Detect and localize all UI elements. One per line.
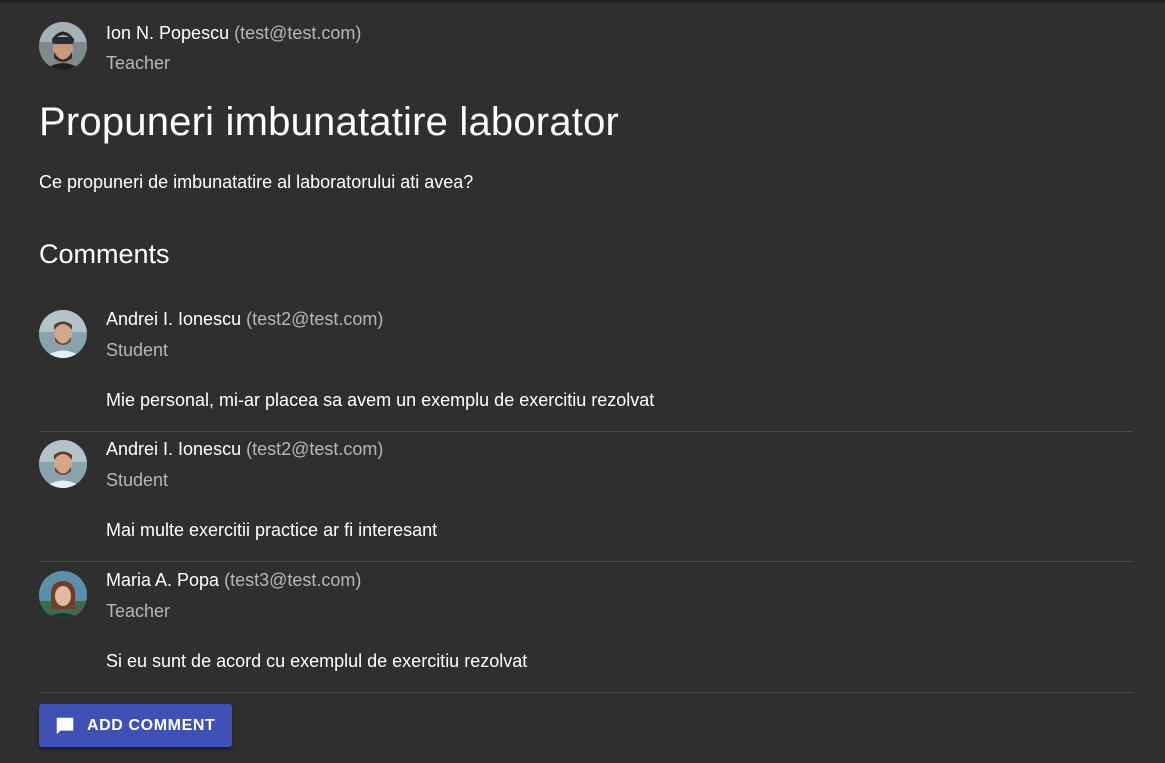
top-shadow <box>0 0 1165 4</box>
author-name-line: Ion N. Popescu (test@test.com) <box>106 22 361 44</box>
comment-item: Andrei I. Ionescu (test2@test.com) Stude… <box>39 301 1133 432</box>
comments-heading: Comments <box>39 239 170 269</box>
comment-icon <box>54 715 76 737</box>
commenter-role: Student <box>106 470 169 490</box>
commenter-avatar-icon <box>39 310 87 358</box>
comment-item: Andrei I. Ionescu (test2@test.com) Stude… <box>39 431 1133 562</box>
commenter-avatar-icon <box>39 571 87 619</box>
add-comment-button[interactable]: ADD COMMENT <box>39 704 232 747</box>
post-author: Ion N. Popescu (test@test.com) Teacher <box>39 22 739 73</box>
comment-text: Mie personal, mi-ar placea sa avem un ex… <box>106 390 655 410</box>
commenter-name: Andrei I. Ionescu <box>106 439 242 459</box>
author-avatar-icon <box>39 22 87 70</box>
add-comment-label: ADD COMMENT <box>87 716 216 734</box>
commenter-name-line: Maria A. Popa (test3@test.com) <box>106 569 361 591</box>
author-email: (test@test.com) <box>234 23 362 43</box>
commenter-name: Maria A. Popa <box>106 570 220 590</box>
commenter-role: Teacher <box>106 601 171 621</box>
commenter-avatar-icon <box>39 440 87 488</box>
commenter-name-line: Andrei I. Ionescu (test2@test.com) <box>106 438 383 460</box>
commenter-email: (test3@test.com) <box>224 570 362 590</box>
commenter-email: (test2@test.com) <box>246 309 384 329</box>
commenter-name-line: Andrei I. Ionescu (test2@test.com) <box>106 308 383 330</box>
comment-item: Maria A. Popa (test3@test.com) Teacher S… <box>39 562 1133 693</box>
commenter-name: Andrei I. Ionescu <box>106 309 242 329</box>
comment-text: Mai multe exercitii practice ar fi inter… <box>106 520 438 540</box>
commenter-role: Student <box>106 340 169 360</box>
author-role: Teacher <box>106 53 171 73</box>
post-description: Ce propuneri de imbunatatire al laborato… <box>39 172 474 192</box>
commenter-email: (test2@test.com) <box>246 439 384 459</box>
post-title: Propuneri imbunatatire laborator <box>39 100 620 144</box>
author-name: Ion N. Popescu <box>106 23 230 43</box>
comment-text: Si eu sunt de acord cu exemplul de exerc… <box>106 651 528 671</box>
